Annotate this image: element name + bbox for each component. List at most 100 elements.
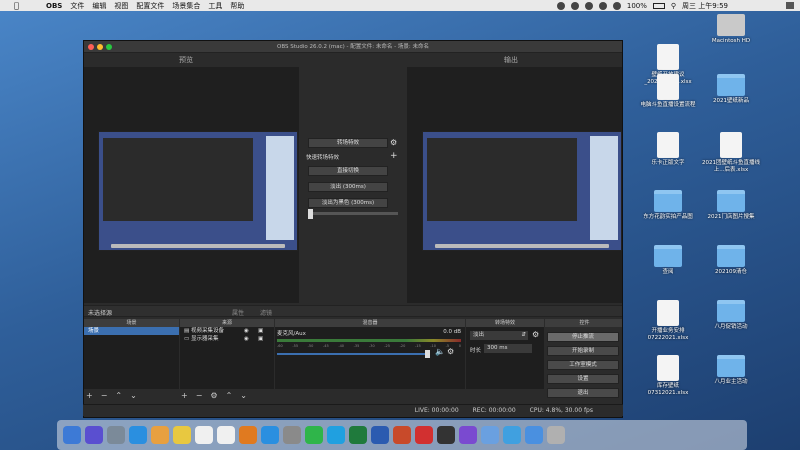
- gear-icon[interactable]: ⚙: [447, 347, 454, 356]
- dock-app-wechat[interactable]: [305, 426, 323, 444]
- remove-source-icon[interactable]: −: [196, 391, 203, 400]
- dock-app-powerpoint[interactable]: [393, 426, 411, 444]
- studio-mode-button[interactable]: 工作室模式: [547, 360, 619, 370]
- dock-app-photos[interactable]: [151, 426, 169, 444]
- menu-app-name[interactable]: OBS: [46, 2, 62, 10]
- status-icon[interactable]: [556, 1, 565, 10]
- transition-button[interactable]: 转场特效: [308, 138, 388, 148]
- dock-app-qq[interactable]: [327, 426, 345, 444]
- gear-icon[interactable]: ⚙: [532, 330, 539, 339]
- desktop-icon[interactable]: 2021壁纸新品: [700, 74, 762, 105]
- desktop-icon[interactable]: 电脑斗鱼直播设置流程: [637, 74, 699, 109]
- quick-transition-fade-black[interactable]: 淡出为黑色 (300ms): [308, 198, 388, 208]
- start-recording-button[interactable]: 开始录制: [547, 346, 619, 356]
- desktop-icon[interactable]: 八月促销活动: [700, 300, 762, 331]
- properties-button[interactable]: 属性: [232, 308, 244, 317]
- wifi-icon[interactable]: [612, 1, 621, 10]
- eye-icon[interactable]: ◉: [244, 327, 249, 335]
- source-item[interactable]: ▭ 显示器采集 ◉ ▣: [180, 335, 274, 343]
- transition-select[interactable]: 淡出 ⇵: [470, 331, 528, 340]
- battery-percent[interactable]: 100%: [627, 2, 647, 10]
- zoom-button[interactable]: [106, 44, 112, 50]
- desktop-icon[interactable]: 东方花韵实拍产品图: [637, 190, 699, 221]
- move-up-icon[interactable]: ⌃: [115, 391, 122, 400]
- apple-menu-icon[interactable]: : [14, 1, 19, 10]
- status-icon[interactable]: [584, 1, 593, 10]
- add-icon[interactable]: +: [390, 151, 398, 161]
- source-item[interactable]: ▤ 视频采集设备 ◉ ▣: [180, 327, 274, 335]
- desktop-icon[interactable]: 八月业主活动: [700, 355, 762, 386]
- dock-app-reminders[interactable]: [217, 426, 235, 444]
- tbar-handle[interactable]: [308, 209, 313, 219]
- desktop-icon-label: 电脑斗鱼直播设置流程: [640, 102, 696, 108]
- move-up-icon[interactable]: ⌃: [226, 391, 233, 400]
- tbar-slider[interactable]: [308, 212, 398, 215]
- dock-app-safari[interactable]: [129, 426, 147, 444]
- move-down-icon[interactable]: ⌄: [240, 391, 247, 400]
- dock-app-launchpad[interactable]: [107, 426, 125, 444]
- gear-icon[interactable]: ⚙: [210, 391, 217, 400]
- volume-slider[interactable]: [277, 353, 427, 355]
- menu-profile[interactable]: 配置文件: [136, 1, 164, 11]
- control-center-icon[interactable]: [786, 2, 794, 9]
- filters-button[interactable]: 滤镜: [260, 308, 272, 317]
- desktop-icon[interactable]: 2021团壁纸斗鱼直播线上...后表.xlsx: [700, 132, 762, 174]
- settings-button[interactable]: 设置: [547, 374, 619, 384]
- desktop-icon[interactable]: 202109清仓: [700, 245, 762, 276]
- close-button[interactable]: [88, 44, 94, 50]
- dock-app-word[interactable]: [371, 426, 389, 444]
- preview-pane[interactable]: [84, 67, 299, 303]
- dock-app-preview[interactable]: [481, 426, 499, 444]
- add-scene-icon[interactable]: +: [86, 391, 93, 400]
- dock-app-app-store[interactable]: [261, 426, 279, 444]
- dock-app-finder[interactable]: [63, 426, 81, 444]
- dock-app-netease[interactable]: [415, 426, 433, 444]
- dock-app-quicktime[interactable]: [503, 426, 521, 444]
- speaker-icon[interactable]: 🔈: [435, 347, 445, 356]
- menu-scene-collection[interactable]: 场景集合: [172, 1, 200, 11]
- dock-app-calendar[interactable]: [195, 426, 213, 444]
- datetime[interactable]: 周三 上午9:59: [682, 1, 728, 11]
- desktop-icon[interactable]: 开播业务安排 07222021.xlsx: [637, 300, 699, 342]
- dock-app-obs[interactable]: [437, 426, 455, 444]
- dock-app-siri[interactable]: [85, 426, 103, 444]
- desktop-icon-label: 八月业主活动: [714, 379, 748, 385]
- gear-icon[interactable]: ⚙: [390, 138, 397, 147]
- battery-icon[interactable]: [652, 2, 665, 9]
- menu-edit[interactable]: 编辑: [92, 1, 106, 11]
- dock-app-downloads[interactable]: [525, 426, 543, 444]
- lock-icon[interactable]: ▣: [258, 327, 263, 335]
- desktop-icon[interactable]: Macintosh HD: [700, 14, 762, 45]
- quick-transition-cut[interactable]: 直接切换: [308, 166, 388, 176]
- desktop-icon[interactable]: 乐卡正版文字: [637, 132, 699, 167]
- lock-icon[interactable]: ▣: [258, 335, 263, 343]
- add-source-icon[interactable]: +: [181, 391, 188, 400]
- search-icon[interactable]: ⚲: [671, 2, 676, 10]
- desktop-icon[interactable]: 库存壁纸 07312021.xlsx: [637, 355, 699, 397]
- status-icon[interactable]: [598, 1, 607, 10]
- dock-app-trash[interactable]: [547, 426, 565, 444]
- menu-file[interactable]: 文件: [70, 1, 84, 11]
- remove-scene-icon[interactable]: −: [101, 391, 108, 400]
- volume-handle[interactable]: [425, 350, 430, 358]
- stop-streaming-button[interactable]: 停止推流: [547, 332, 619, 342]
- menu-view[interactable]: 视图: [114, 1, 128, 11]
- dock-app-settings[interactable]: [283, 426, 301, 444]
- sources-list: ▤ 视频采集设备 ◉ ▣ ▭ 显示器采集 ◉ ▣: [180, 327, 274, 389]
- dock-app-feedback[interactable]: [459, 426, 477, 444]
- desktop-icon[interactable]: 2021门店图片搜集: [700, 190, 762, 221]
- dock-app-notes[interactable]: [173, 426, 191, 444]
- scene-item[interactable]: 场景: [84, 327, 179, 335]
- minimize-button[interactable]: [97, 44, 103, 50]
- eye-icon[interactable]: ◉: [244, 335, 249, 343]
- quick-transition-fade[interactable]: 淡出 (300ms): [308, 182, 388, 192]
- status-icon[interactable]: [570, 1, 579, 10]
- dock-app-excel[interactable]: [349, 426, 367, 444]
- menu-tools[interactable]: 工具: [208, 1, 222, 11]
- menu-help[interactable]: 帮助: [230, 1, 244, 11]
- duration-input[interactable]: 300 ms: [484, 344, 532, 353]
- move-down-icon[interactable]: ⌄: [130, 391, 137, 400]
- dock-app-books[interactable]: [239, 426, 257, 444]
- exit-button[interactable]: 退出: [547, 388, 619, 398]
- desktop-icon[interactable]: 查阅: [637, 245, 699, 276]
